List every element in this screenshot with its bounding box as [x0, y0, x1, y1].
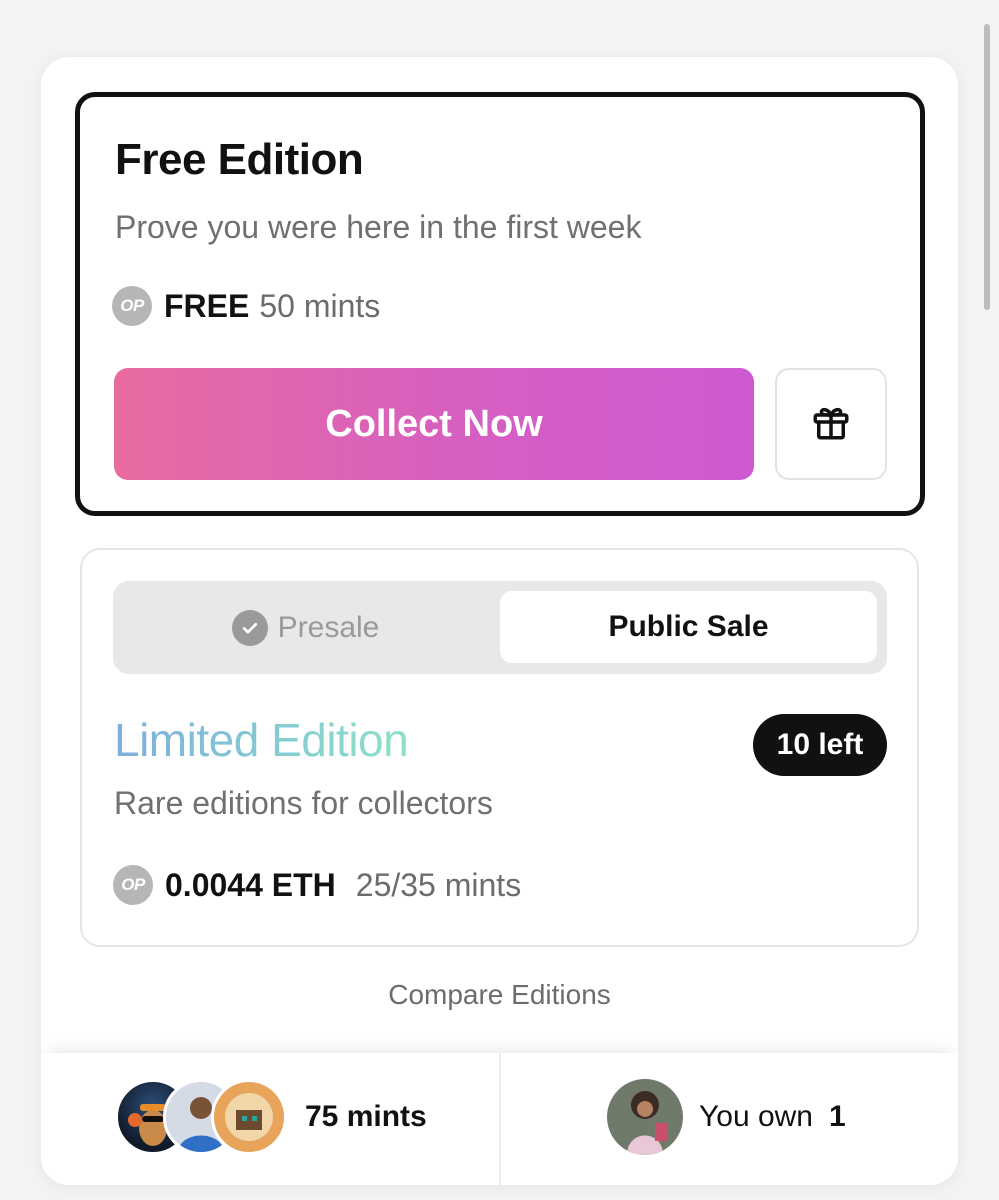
- limited-edition-price-row: OP 0.0044 ETH 25/35 mints: [113, 865, 521, 905]
- gift-button[interactable]: [775, 368, 887, 480]
- ownership-summary[interactable]: You own 1: [607, 1079, 846, 1155]
- avatar: [211, 1079, 287, 1155]
- tab-presale[interactable]: Presale: [113, 581, 498, 674]
- footer-divider: [499, 1053, 501, 1185]
- sale-phase-toggle: Presale Public Sale: [113, 581, 887, 674]
- collect-now-button[interactable]: Collect Now: [114, 368, 754, 480]
- limited-edition-panel[interactable]: Presale Public Sale Limited Edition 10 l…: [80, 548, 919, 947]
- free-edition-price: FREE: [164, 287, 250, 324]
- check-circle-icon: [231, 609, 268, 646]
- collectors-summary[interactable]: 75 mints: [115, 1079, 427, 1155]
- free-edition-mints: 50 mints: [259, 287, 381, 324]
- tab-presale-label: Presale: [277, 610, 380, 644]
- limited-edition-price: 0.0044 ETH: [165, 866, 336, 903]
- total-mints-count: 75 mints: [305, 1100, 427, 1133]
- free-edition-price-row: OP FREE 50 mints: [112, 286, 380, 326]
- mint-card: Free Edition Prove you were here in the …: [41, 57, 958, 1185]
- gift-icon: [810, 401, 852, 448]
- free-edition-title: Free Edition: [115, 135, 364, 184]
- page-scrollbar[interactable]: [984, 24, 990, 310]
- remaining-badge: 10 left: [753, 714, 887, 776]
- tab-public-sale[interactable]: Public Sale: [500, 591, 877, 663]
- optimism-network-icon: OP: [113, 865, 153, 905]
- limited-edition-mints: 25/35 mints: [355, 866, 522, 903]
- you-own-label: You own: [699, 1100, 813, 1133]
- free-edition-subtitle: Prove you were here in the first week: [115, 209, 642, 245]
- limited-edition-subtitle: Rare editions for collectors: [114, 785, 493, 821]
- avatar: [607, 1079, 683, 1155]
- limited-edition-title: Limited Edition: [114, 714, 409, 766]
- optimism-network-icon: OP: [112, 286, 152, 326]
- you-own-count: 1: [829, 1100, 846, 1133]
- mint-stats-footer: 75 mints You own 1: [41, 1053, 958, 1185]
- compare-editions-link[interactable]: Compare Editions: [41, 979, 958, 1011]
- free-edition-panel[interactable]: Free Edition Prove you were here in the …: [75, 92, 925, 516]
